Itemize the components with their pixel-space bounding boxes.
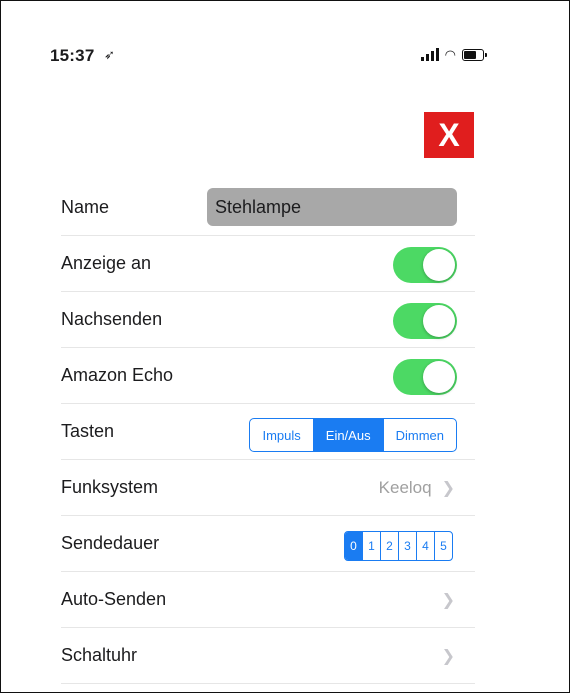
row-nachsenden: Nachsenden bbox=[61, 292, 475, 348]
sendedauer-option-3[interactable]: 3 bbox=[398, 532, 416, 560]
autosenden-detail: ❯ bbox=[442, 572, 455, 627]
schaltuhr-detail: ❯ bbox=[442, 628, 455, 683]
wifi-icon: ◠ bbox=[444, 47, 456, 62]
row-label-echo: Amazon Echo bbox=[61, 365, 174, 385]
row-label-name: Name bbox=[61, 197, 110, 217]
row-label-sendedauer: Sendedauer bbox=[61, 533, 160, 553]
funksystem-value: Keeloq bbox=[378, 477, 432, 497]
row-funksystem[interactable]: Funksystem Keeloq ❯ bbox=[61, 460, 475, 516]
row-sendedauer: Sendedauer 0 1 2 3 4 5 bbox=[61, 516, 475, 572]
tasten-segmented-control: Impuls Ein/Aus Dimmen bbox=[249, 418, 457, 452]
sendedauer-option-0[interactable]: 0 bbox=[345, 532, 362, 560]
row-tasten: Tasten Impuls Ein/Aus Dimmen bbox=[61, 404, 475, 460]
row-schaltuhr[interactable]: Schaltuhr ❯ bbox=[61, 628, 475, 684]
row-echo: Amazon Echo bbox=[61, 348, 475, 404]
sendedauer-option-4[interactable]: 4 bbox=[416, 532, 434, 560]
chevron-right-icon: ❯ bbox=[441, 647, 455, 665]
sendedauer-option-2[interactable]: 2 bbox=[380, 532, 398, 560]
row-label-funksystem: Funksystem bbox=[61, 477, 159, 497]
funksystem-detail: Keeloq ❯ bbox=[379, 460, 455, 515]
segment-ein-aus[interactable]: Ein/Aus bbox=[312, 419, 383, 451]
segment-dimmen[interactable]: Dimmen bbox=[382, 419, 456, 451]
name-input[interactable]: Stehlampe bbox=[207, 188, 457, 226]
row-label-tasten: Tasten bbox=[61, 421, 115, 441]
battery-icon bbox=[462, 48, 487, 61]
sendedauer-segmented-control: 0 1 2 3 4 5 bbox=[344, 531, 453, 561]
sendedauer-option-5[interactable]: 5 bbox=[434, 532, 452, 560]
row-name: Name Stehlampe bbox=[61, 180, 475, 236]
segment-impuls[interactable]: Impuls bbox=[250, 419, 312, 451]
anzeige-toggle[interactable] bbox=[393, 247, 457, 283]
row-label-autosenden: Auto-Senden bbox=[61, 589, 167, 609]
cellular-signal-icon bbox=[420, 48, 439, 61]
row-label-schaltuhr: Schaltuhr bbox=[61, 645, 138, 665]
chevron-right-icon: ❯ bbox=[441, 591, 455, 609]
row-label-anzeige: Anzeige an bbox=[61, 253, 152, 273]
row-autosenden[interactable]: Auto-Senden ❯ bbox=[61, 572, 475, 628]
settings-list: Name Stehlampe Anzeige an Nachsenden Ama… bbox=[61, 180, 475, 684]
chevron-right-icon: ❯ bbox=[441, 479, 455, 497]
nachsenden-toggle[interactable] bbox=[393, 303, 457, 339]
echo-toggle[interactable] bbox=[393, 359, 457, 395]
status-bar: 15:37 ➶ ◠ bbox=[50, 46, 487, 68]
toggle-knob bbox=[423, 305, 455, 337]
toggle-knob bbox=[423, 249, 455, 281]
row-label-nachsenden: Nachsenden bbox=[61, 309, 163, 329]
location-arrow-icon: ➶ bbox=[104, 47, 115, 62]
status-time: 15:37 bbox=[50, 46, 95, 65]
toggle-knob bbox=[423, 361, 455, 393]
close-button[interactable]: X bbox=[424, 112, 474, 158]
row-anzeige: Anzeige an bbox=[61, 236, 475, 292]
status-icons: ◠ bbox=[420, 47, 487, 62]
sendedauer-option-1[interactable]: 1 bbox=[362, 532, 380, 560]
